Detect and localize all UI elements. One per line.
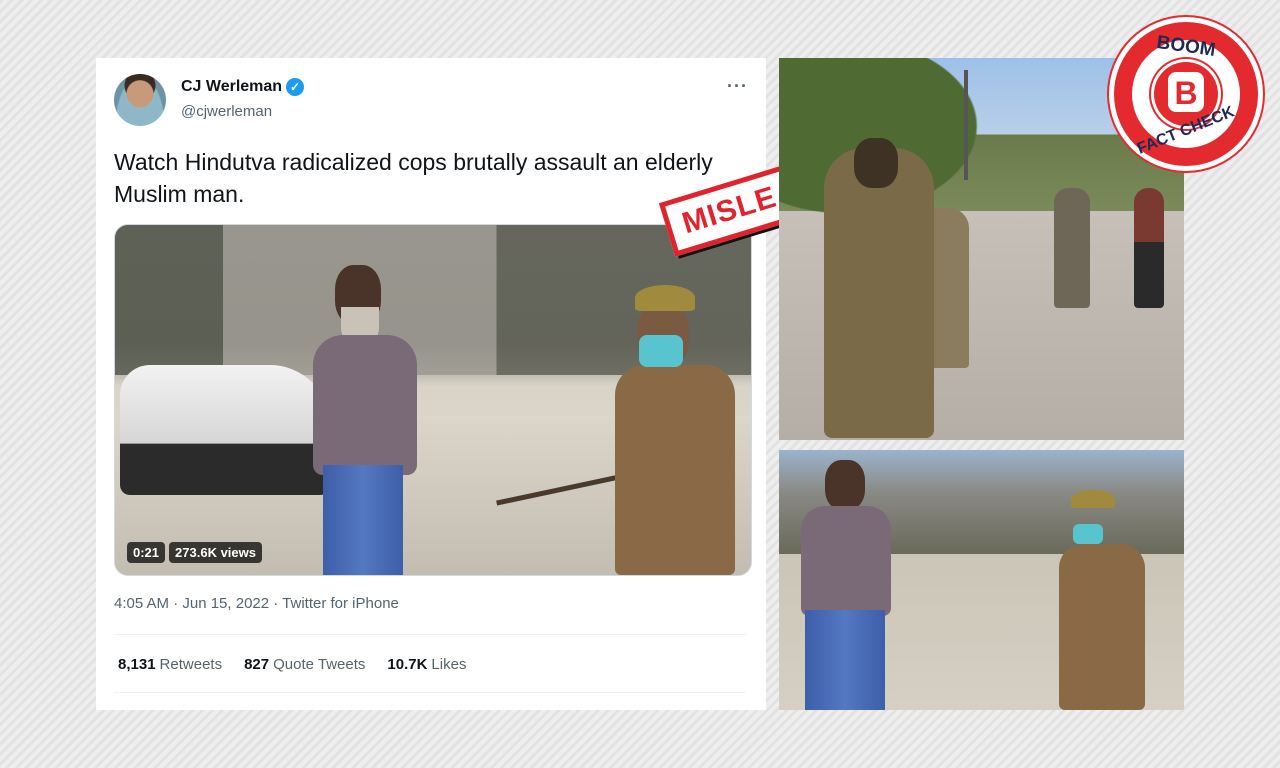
- author-name-row[interactable]: CJ Werleman ✓: [181, 78, 305, 96]
- video-duration: 0:21: [127, 542, 166, 563]
- video-still-bottom: [779, 450, 1184, 710]
- video-car: [120, 365, 330, 495]
- tweet-card: CJ Werleman ✓ @cjwerleman ··· Watch Hind…: [96, 58, 766, 710]
- boom-fact-check-logo: B BOOM FACT CHECK: [1114, 22, 1258, 166]
- retweets-stat[interactable]: 8,131 Retweets: [118, 656, 222, 673]
- video-police-officer: [496, 285, 745, 575]
- author-handle[interactable]: @cjwerleman: [181, 103, 272, 120]
- tweet-meta[interactable]: 4:05 AM · Jun 15, 2022 · Twitter for iPh…: [114, 595, 399, 612]
- quote-tweets-label: Quote Tweets: [273, 656, 366, 673]
- elderly-man: [787, 460, 897, 710]
- more-options-icon[interactable]: ···: [727, 76, 748, 97]
- author-name[interactable]: CJ Werleman: [181, 78, 282, 96]
- divider: [114, 634, 746, 635]
- utility-pole: [964, 70, 968, 180]
- quote-tweets-count: 827: [244, 656, 270, 673]
- retweets-label: Retweets: [159, 656, 223, 673]
- tweet-text: Watch Hindutva radicalized cops brutally…: [114, 149, 713, 207]
- video-player[interactable]: 0:21 273.6K views: [114, 224, 752, 576]
- retweets-count: 8,131: [118, 656, 156, 673]
- likes-stat[interactable]: 10.7K Likes: [387, 656, 466, 673]
- tweet-stats: 8,131 Retweets 827 Quote Tweets 10.7K Likes: [118, 656, 466, 673]
- police-officer: [1054, 188, 1090, 308]
- video-elderly-man: [305, 255, 425, 575]
- video-views: 273.6K views: [169, 542, 262, 563]
- person: [1134, 188, 1164, 308]
- divider: [114, 692, 746, 693]
- quote-tweets-stat[interactable]: 827 Quote Tweets: [244, 656, 365, 673]
- avatar[interactable]: [114, 74, 166, 126]
- police-officer: [1049, 490, 1149, 710]
- likes-label: Likes: [431, 656, 467, 673]
- video-info: 0:21 273.6K views: [127, 542, 262, 563]
- boom-b-icon: B: [1168, 72, 1204, 112]
- police-officer: [824, 138, 934, 438]
- likes-count: 10.7K: [387, 656, 428, 673]
- verified-badge-icon: ✓: [286, 78, 305, 96]
